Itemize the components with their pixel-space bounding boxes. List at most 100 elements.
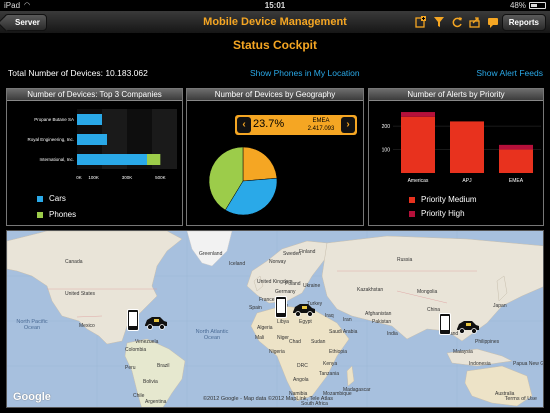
category-label: EMEA <box>509 178 524 184</box>
country-label: China <box>427 307 441 313</box>
battery-icon <box>529 2 546 9</box>
geography-panel: Number of Devices by Geography ‹ 23.7% E… <box>186 88 364 226</box>
category-label: International, Inc. <box>39 157 74 162</box>
show-phones-link[interactable]: Show Phones in My Location <box>250 68 360 78</box>
country-label: Kenya <box>323 361 338 367</box>
legend-label-priority-medium: Priority Medium <box>421 195 477 204</box>
country-label: Egypt <box>299 319 312 325</box>
country-label: Venezuela <box>135 339 159 345</box>
country-label: Canada <box>65 259 83 265</box>
country-label: France <box>259 297 275 303</box>
country-label: Philippines <box>475 339 500 345</box>
next-region-button[interactable]: › <box>341 117 355 133</box>
bar-priority-medium <box>499 149 533 173</box>
country-label: Mexico <box>79 323 95 329</box>
country-label: United States <box>65 291 96 297</box>
filter-icon[interactable] <box>433 15 445 29</box>
refresh-icon[interactable] <box>451 15 463 29</box>
alerts-panel: Number of Alerts by Priority 100 200 Ameri… <box>368 88 544 226</box>
country-label: Finland <box>299 249 316 255</box>
ocean-label-atlantic: North Atlantic Ocean <box>195 329 229 341</box>
category-label: Americas <box>408 178 429 184</box>
alerts-panel-title: Number of Alerts by Priority <box>369 89 543 101</box>
battery-percent: 48% <box>509 1 526 10</box>
priority-high-swatch <box>409 210 415 217</box>
category-label: Royal Engineering, Inc. <box>27 137 74 142</box>
y-tick-label: 200 <box>382 124 391 130</box>
map-attribution: ©2012 Google - Map data ©2012 MapLink, T… <box>203 396 334 402</box>
country-label: Germany <box>275 289 296 295</box>
legend-item-priority-medium: Priority Medium <box>409 193 477 206</box>
country-label: Peru <box>125 365 136 371</box>
bar-cars <box>77 114 102 125</box>
world-map[interactable]: North Pacific Ocean North Atlantic Ocean… <box>6 230 544 408</box>
country-label: Russia <box>397 257 413 263</box>
car-icon <box>145 317 167 330</box>
car-icon <box>457 321 479 334</box>
region-info: EMEA 2.417.093 <box>303 117 339 133</box>
companies-legend: Cars Phones <box>37 192 76 224</box>
alerts-bar-chart[interactable]: 100 200 Americas APJ EMEA <box>371 103 543 185</box>
geography-panel-title: Number of Devices by Geography <box>187 89 363 101</box>
country-label: India <box>387 331 398 337</box>
status-time: 15:01 <box>264 1 286 10</box>
region-name: EMEA <box>312 118 330 124</box>
reports-button[interactable]: Reports <box>501 14 546 31</box>
country-label: Niger <box>277 335 289 341</box>
legend-label-phones: Phones <box>49 210 77 219</box>
google-logo: Google <box>13 391 51 403</box>
country-label: Ukraine <box>303 283 321 289</box>
page-title: Status Cockpit <box>232 38 317 52</box>
bar-cars <box>77 134 107 145</box>
phone-icon <box>439 313 451 335</box>
status-bar: iPad ◠ 15:01 48% <box>0 0 550 11</box>
share-icon[interactable] <box>469 15 481 29</box>
priority-medium-swatch <box>409 196 415 203</box>
country-label: Ethiopia <box>329 349 348 355</box>
x-tick-label: 300K <box>122 175 133 180</box>
ocean-label-pacific: North Pacific Ocean <box>16 319 48 331</box>
country-label: Sudan <box>311 339 326 345</box>
phone-icon <box>275 296 287 318</box>
country-label: Pakistan <box>372 319 392 325</box>
country-label: Malaysia <box>453 349 473 355</box>
companies-panel: Number of Devices: Top 3 Companies Propa… <box>6 88 183 226</box>
legend-item-cars: Cars <box>37 192 76 205</box>
cars-swatch <box>37 195 43 202</box>
category-label: Propane Butane SA <box>34 117 74 122</box>
region-count: 2.417.093 <box>307 126 335 132</box>
bar-priority-high <box>499 144 533 150</box>
geography-pie-chart[interactable] <box>205 143 281 219</box>
comment-icon[interactable] <box>487 15 499 29</box>
total-devices-label: Total Number of Devices: 10.183.062 <box>8 68 148 78</box>
country-label: Papua New Guinea <box>513 361 544 367</box>
country-label: Nigeria <box>269 349 285 355</box>
country-label: Brazil <box>157 363 170 369</box>
phone-icon <box>127 309 139 331</box>
country-label: Chile <box>133 393 145 399</box>
add-icon[interactable] <box>415 15 427 29</box>
country-label: Bolivia <box>143 379 158 385</box>
country-label: Poland <box>285 281 301 287</box>
x-tick-label: 100K <box>88 175 99 180</box>
companies-bar-chart[interactable]: Propane Butane SA Royal Engineering, Inc.… <box>9 105 179 187</box>
country-label: Iraq <box>325 313 334 319</box>
bar-priority-high <box>401 112 435 117</box>
previous-region-button[interactable]: ‹ <box>237 117 251 133</box>
country-label: Kazakhstan <box>357 287 384 293</box>
country-label: Mongolia <box>417 289 438 295</box>
country-label: Argentina <box>145 399 167 405</box>
country-label: Indonesia <box>469 361 491 367</box>
terms-of-use-link[interactable]: Terms of Use <box>505 396 537 402</box>
legend-item-priority-high: Priority High <box>409 207 477 220</box>
country-label: Colombia <box>125 347 147 353</box>
country-label: Algeria <box>257 325 273 331</box>
country-label: Saudi Arabia <box>329 329 358 335</box>
show-alert-feeds-link[interactable]: Show Alert Feeds <box>476 68 543 78</box>
phones-swatch <box>37 211 43 218</box>
companies-panel-title: Number of Devices: Top 3 Companies <box>7 89 182 101</box>
x-tick-label: 500K <box>155 175 166 180</box>
category-label: APJ <box>462 178 472 184</box>
country-label: Iceland <box>229 261 246 267</box>
country-label: Tanzania <box>319 371 340 377</box>
